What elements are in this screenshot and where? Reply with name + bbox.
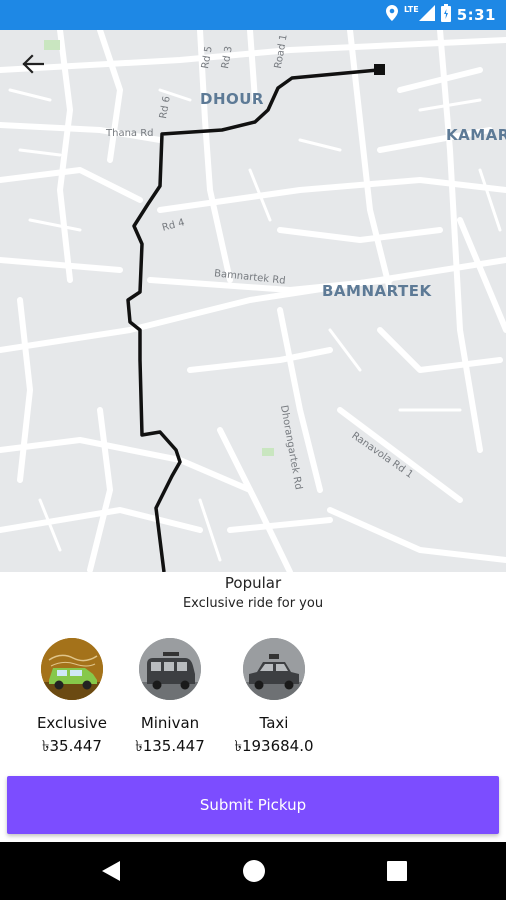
ride-price: ৳135.447	[135, 737, 205, 755]
ride-name: Exclusive	[36, 714, 108, 732]
system-nav-bar	[0, 842, 506, 900]
map-roads	[0, 30, 506, 572]
signal-icon	[418, 5, 435, 25]
sheet-subtitle: Exclusive ride for you	[182, 596, 324, 611]
area-label-bamnartek: BAMNARTEK	[322, 282, 432, 300]
ride-option-minivan[interactable]: Minivan ৳135.447	[115, 638, 225, 760]
taxi-icon	[243, 638, 305, 700]
ride-option-taxi[interactable]: Taxi ৳193684.0	[219, 638, 329, 760]
area-label-dhour: DHOUR	[200, 90, 264, 108]
minivan-icon	[139, 638, 201, 700]
back-triangle-icon[interactable]	[100, 859, 122, 887]
road-label: Thana Rd	[106, 128, 154, 139]
recents-square-icon[interactable]	[386, 859, 408, 887]
ride-name: Minivan	[140, 714, 200, 732]
back-button[interactable]	[22, 54, 56, 88]
route-map[interactable]: DHOUR KAMAR BAMNARTEK Rd 5 Rd 3 Road 1 R…	[0, 30, 506, 572]
ride-name: Taxi	[259, 714, 289, 732]
submit-pickup-button[interactable]: Submit Pickup	[7, 776, 499, 834]
area-label-kamar: KAMAR	[446, 126, 506, 144]
status-time: 5:31	[456, 6, 496, 24]
ride-selection-sheet: Popular Exclusive ride for you Exclusive…	[0, 572, 506, 842]
destination-marker	[374, 64, 385, 75]
network-type: LTE	[403, 4, 419, 14]
ride-price: ৳35.447	[42, 737, 102, 755]
location-icon	[385, 5, 398, 25]
ride-option-exclusive[interactable]: Exclusive ৳35.447	[17, 638, 127, 760]
status-bar: LTE 5:31	[0, 0, 506, 30]
ride-price: ৳193684.0	[234, 737, 314, 755]
sheet-title: Popular	[224, 574, 282, 592]
car-icon	[41, 638, 103, 700]
home-circle-icon[interactable]	[242, 859, 266, 887]
battery-icon	[440, 4, 451, 26]
